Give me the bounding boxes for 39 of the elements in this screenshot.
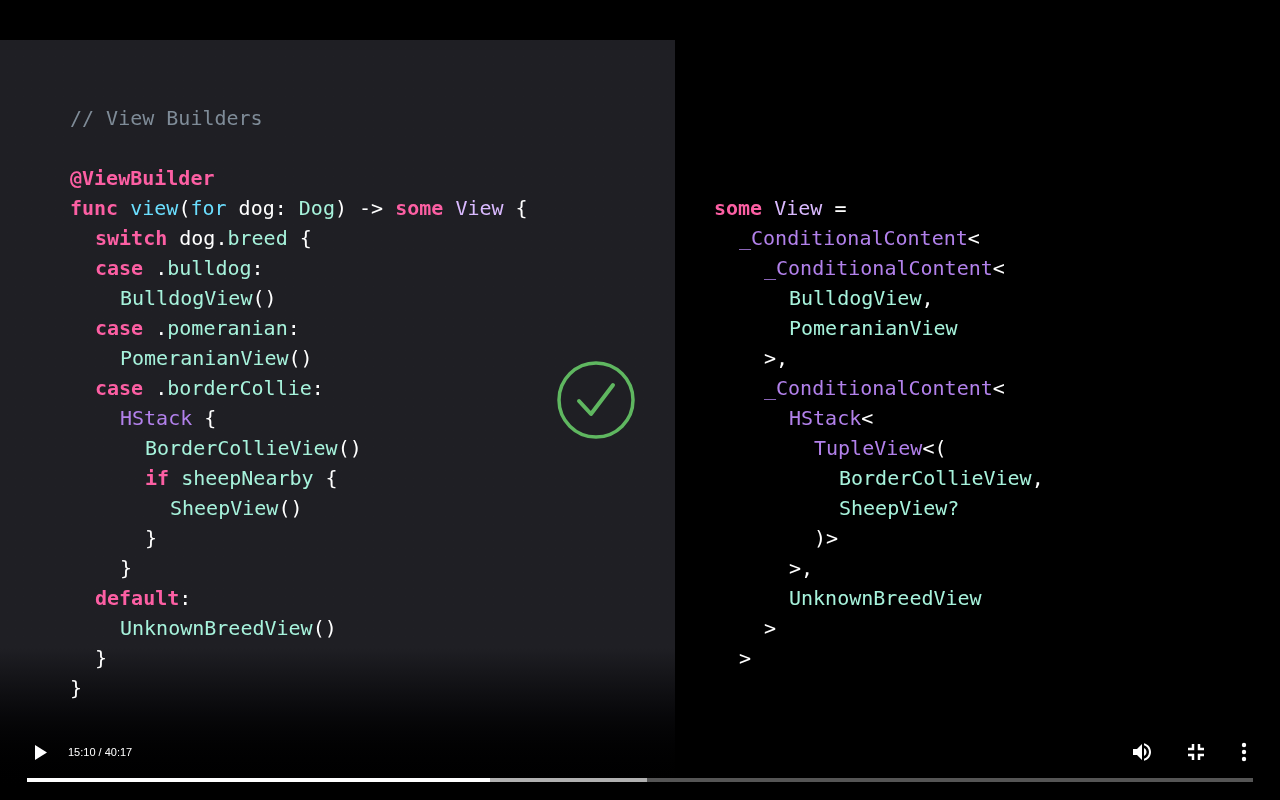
checkmark-circle-icon [557,361,635,439]
code-line: >, [764,345,789,372]
code-comment: // View Builders [70,105,263,132]
code-line: _ConditionalContent< [764,255,1005,282]
code-line: BulldogView, [789,285,934,312]
code-line: BulldogView() [120,285,277,312]
code-line: )> [814,525,839,552]
code-line: SheepView() [170,495,303,522]
volume-button[interactable] [1130,740,1154,764]
code-line: } [120,555,133,582]
code-line: if sheepNearby { [145,465,338,492]
code-line: SheepView? [839,495,960,522]
code-line: > [764,615,777,642]
code-line: >, [789,555,814,582]
code-line: case .pomeranian: [95,315,300,342]
code-line: default: [95,585,192,612]
code-line: UnknownBreedView [789,585,982,612]
code-line: switch dog.breed { [95,225,312,252]
code-line: UnknownBreedView() [120,615,337,642]
code-line: HStack< [789,405,874,432]
code-line: > [739,645,752,672]
code-line: BorderCollieView, [839,465,1044,492]
code-line: case .borderCollie: [95,375,324,402]
code-line: } [145,525,158,552]
progress-track[interactable] [27,778,1253,782]
code-line: @ViewBuilder [70,165,215,192]
code-line: TupleView<( [814,435,947,462]
code-line: case .bulldog: [95,255,264,282]
code-line: PomeranianView() [120,345,313,372]
code-line: PomeranianView [789,315,958,342]
code-line: _ConditionalContent< [739,225,980,252]
time-display: 15:10 / 40:17 [68,744,133,760]
code-line: HStack { [120,405,217,432]
code-line: func view(for dog: Dog) -> some View { [70,195,528,222]
code-line: } [95,645,108,672]
code-line: } [70,675,83,702]
code-line: some View = [714,195,847,222]
code-line: BorderCollieView() [145,435,362,462]
code-line: _ConditionalContent< [764,375,1005,402]
